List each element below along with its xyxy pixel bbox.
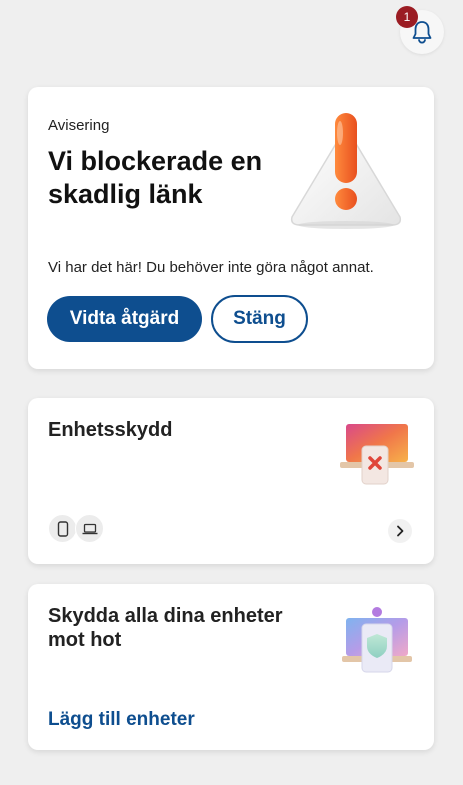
take-action-button[interactable]: Vidta åtgärd: [47, 296, 202, 342]
alert-title: Vi blockerade en skadlig länk: [48, 146, 263, 209]
alert-body-text: Vi har det här! Du behöver inte göra någ…: [48, 259, 374, 276]
protect-devices-card: Skydda alla dina enheter mot hot Lägg ti…: [28, 584, 434, 750]
blocked-device-illustration: [340, 424, 414, 485]
add-devices-link[interactable]: Lägg till enheter: [48, 709, 195, 731]
protected-devices-illustration: [342, 607, 412, 673]
alert-eyebrow: Avisering: [48, 117, 110, 134]
laptop-icon: [75, 514, 104, 543]
notification-badge: 1: [396, 6, 418, 28]
device-icons: [48, 514, 104, 543]
device-protection-card[interactable]: Enhetsskydd: [28, 398, 434, 564]
device-protection-title: Enhetsskydd: [48, 419, 173, 441]
protect-devices-title: Skydda alla dina enheter mot hot: [48, 605, 283, 651]
alert-card: Avisering Vi blockerade en skadlig länk …: [28, 87, 434, 369]
top-bar: 1: [0, 0, 463, 80]
chevron-right-icon[interactable]: [388, 519, 412, 543]
warning-triangle-icon: [290, 113, 402, 229]
close-button[interactable]: Stäng: [211, 295, 308, 343]
phone-icon: [48, 514, 77, 543]
